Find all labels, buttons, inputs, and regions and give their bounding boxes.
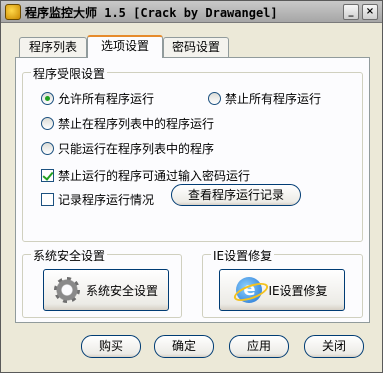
radio-only-list[interactable]: 只能运行在程序列表中的程序 — [41, 140, 214, 157]
options-panel: 程序受限设置 允许所有程序运行 禁止所有程序运行 禁止在程序列表中的程序运行 只… — [15, 57, 370, 323]
buy-button[interactable]: 购买 — [81, 335, 141, 358]
radio-block-in-list-label: 禁止在程序列表中的程序运行 — [58, 117, 215, 131]
radio-block-in-list-indicator[interactable] — [41, 117, 54, 130]
system-security-button-label: 系统安全设置 — [85, 283, 158, 298]
check-log-runs-box[interactable] — [41, 193, 54, 206]
ie-group: IE设置修复 e IE设置修复 — [202, 247, 363, 318]
check-password-run-box[interactable] — [41, 169, 54, 182]
radio-block-in-list[interactable]: 禁止在程序列表中的程序运行 — [41, 115, 214, 132]
radio-block-all-indicator[interactable] — [208, 92, 221, 105]
minimize-button[interactable]: _ — [343, 4, 359, 20]
security-group-title: 系统安全设置 — [31, 247, 108, 264]
ok-button[interactable]: 确定 — [154, 335, 214, 358]
close-window-button[interactable]: × — [362, 4, 378, 20]
check-log-runs-label: 记录程序运行情况 — [58, 193, 155, 207]
ie-repair-button-label: IE设置修复 — [268, 283, 328, 298]
tab-program-list[interactable]: 程序列表 — [19, 37, 87, 57]
ie-repair-button[interactable]: e IE设置修复 — [219, 269, 345, 311]
apply-button[interactable]: 应用 — [229, 335, 289, 358]
view-log-button[interactable]: 查看程序运行记录 — [171, 184, 301, 206]
ie-icon: e — [236, 277, 263, 303]
radio-block-all[interactable]: 禁止所有程序运行 — [208, 90, 321, 107]
title-bar[interactable]: 程序监控大师 1.5 [Crack by Drawangel] _ × — [1, 1, 382, 23]
security-group: 系统安全设置 系统安全设置 — [22, 247, 182, 318]
tab-control: 程序列表 选项设置 密码设置 程序受限设置 允许所有程序运行 禁止所有程序运行 … — [15, 35, 370, 323]
gear-icon — [53, 277, 80, 303]
radio-block-all-label: 禁止所有程序运行 — [225, 92, 322, 106]
check-password-run-label: 禁止运行的程序可通过输入密码运行 — [58, 169, 251, 183]
radio-allow-all-indicator[interactable] — [41, 92, 54, 105]
tab-options[interactable]: 选项设置 — [87, 35, 163, 58]
tab-password[interactable]: 密码设置 — [163, 37, 229, 57]
check-password-run[interactable]: 禁止运行的程序可通过输入密码运行 — [41, 167, 250, 184]
radio-allow-all[interactable]: 允许所有程序运行 — [41, 90, 154, 107]
check-log-runs[interactable]: 记录程序运行情况 — [41, 191, 154, 208]
restrict-group: 程序受限设置 允许所有程序运行 禁止所有程序运行 禁止在程序列表中的程序运行 只… — [22, 65, 363, 242]
ie-group-title: IE设置修复 — [211, 247, 275, 264]
system-security-button[interactable]: 系统安全设置 — [43, 269, 169, 311]
app-icon — [5, 4, 21, 20]
radio-allow-all-label: 允许所有程序运行 — [58, 92, 155, 106]
close-button[interactable]: 关闭 — [304, 335, 364, 358]
restrict-group-title: 程序受限设置 — [31, 65, 108, 82]
main-window: 程序监控大师 1.5 [Crack by Drawangel] _ × 程序列表… — [0, 0, 383, 373]
radio-only-list-indicator[interactable] — [41, 142, 54, 155]
window-title: 程序监控大师 1.5 [Crack by Drawangel] — [25, 6, 278, 20]
radio-only-list-label: 只能运行在程序列表中的程序 — [58, 142, 215, 156]
